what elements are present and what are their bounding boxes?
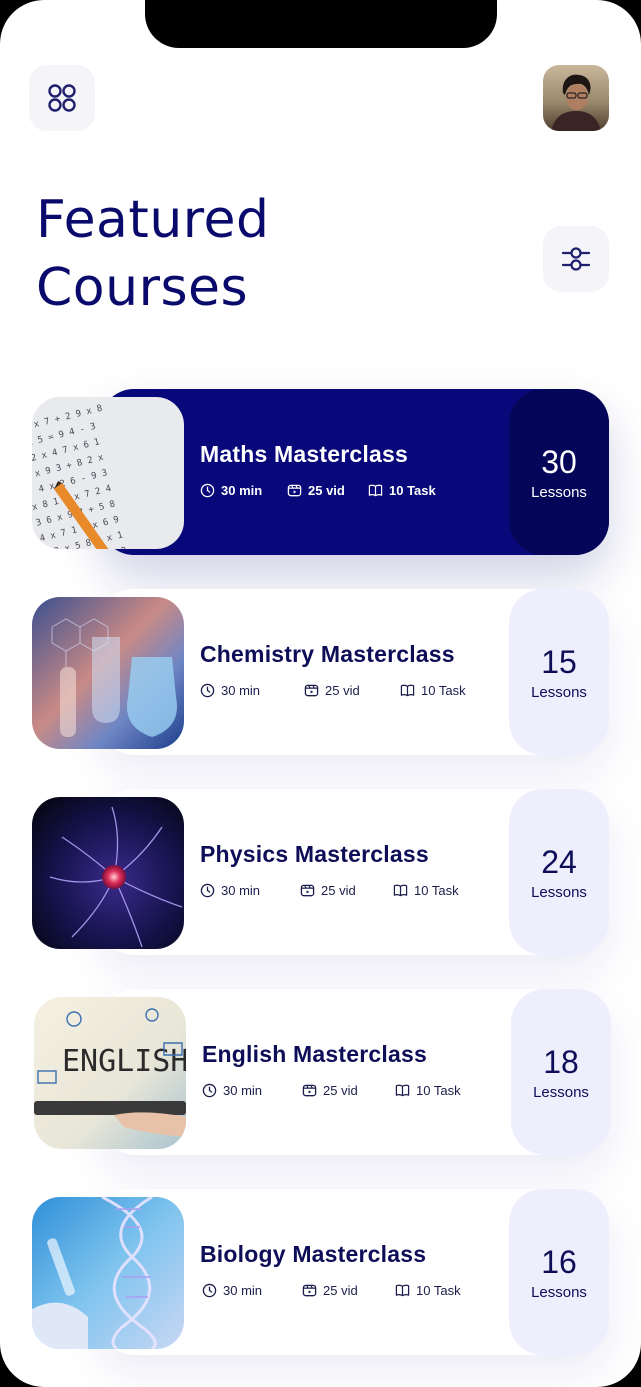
tasks-text: 10 Task	[421, 682, 466, 698]
videos-text: 25 vid	[321, 882, 356, 898]
course-title: Chemistry Masterclass	[200, 641, 455, 667]
duration-text: 30 min	[221, 882, 261, 898]
videos-meta: 25 vid	[300, 881, 356, 899]
course-thumbnail-biology[interactable]	[32, 1197, 184, 1349]
lessons-count: 18	[543, 1043, 579, 1080]
duration-meta: 30 min	[202, 1281, 262, 1299]
chemistry-glassware-image	[32, 597, 184, 749]
duration-meta: 30 min	[202, 1081, 262, 1099]
video-icon	[304, 684, 319, 696]
duration-text: 30 min	[223, 1282, 263, 1298]
videos-text: 25 vid	[325, 682, 360, 698]
duration-text: 30 min	[223, 1082, 263, 1098]
lessons-label: Lessons	[531, 883, 587, 901]
duration-text: 30 min	[221, 482, 263, 498]
videos-meta: 25 vid	[302, 1081, 358, 1099]
videos-text: 25 vid	[323, 1282, 358, 1298]
course-list: Maths Masterclass 30 min 25 vid 10 Task …	[0, 0, 641, 1387]
clock-icon	[202, 1283, 217, 1297]
lessons-badge: 16 Lessons	[509, 1189, 609, 1355]
course-title: Maths Masterclass	[200, 441, 408, 467]
dna-helix-image	[32, 1197, 184, 1349]
clock-icon	[200, 683, 215, 697]
clock-icon	[200, 883, 215, 897]
book-icon	[400, 684, 415, 696]
course-thumbnail-physics[interactable]	[32, 797, 184, 949]
phone-screen: Featured Courses Maths Masterclass 30 mi…	[0, 0, 641, 1387]
video-icon	[302, 1284, 317, 1296]
maths-worksheet-image: 3 4 x 7 + 2 9 x 8 6 x 5 = 9 4 - 3 8 2 x …	[32, 397, 184, 549]
tasks-text: 10 Task	[414, 882, 459, 898]
lessons-count: 15	[541, 643, 577, 680]
course-thumbnail-english[interactable]: ENGLISH	[34, 997, 186, 1149]
lessons-label: Lessons	[531, 483, 587, 501]
tasks-meta: 10 Task	[368, 481, 436, 499]
duration-meta: 30 min	[200, 881, 260, 899]
duration-text: 30 min	[221, 682, 261, 698]
lessons-badge: 30 Lessons	[509, 389, 609, 555]
english-tablet-image: ENGLISH	[34, 997, 186, 1149]
course-title: Biology Masterclass	[200, 1241, 427, 1267]
course-thumbnail-chemistry[interactable]	[32, 597, 184, 749]
tasks-meta: 10 Task	[393, 881, 459, 899]
lessons-label: Lessons	[531, 1283, 587, 1301]
english-doodle-text: ENGLISH	[62, 1044, 186, 1079]
videos-text: 25 vid	[308, 482, 345, 498]
lessons-label: Lessons	[533, 1083, 589, 1101]
book-icon	[395, 1084, 410, 1096]
lessons-label: Lessons	[531, 683, 587, 701]
book-icon	[395, 1284, 410, 1296]
video-icon	[300, 884, 315, 896]
lessons-count: 16	[541, 1243, 577, 1280]
lessons-badge: 15 Lessons	[509, 589, 609, 755]
tasks-meta: 10 Task	[400, 681, 466, 699]
videos-meta: 25 vid	[302, 1281, 358, 1299]
videos-text: 25 vid	[323, 1082, 358, 1098]
videos-meta: 25 vid	[287, 481, 345, 499]
lessons-count: 24	[541, 843, 577, 880]
lessons-count: 30	[541, 443, 577, 480]
clock-icon	[200, 483, 215, 497]
course-title: Physics Masterclass	[200, 841, 429, 867]
duration-meta: 30 min	[200, 481, 262, 499]
clock-icon	[202, 1083, 217, 1097]
book-icon	[368, 484, 383, 496]
course-title: English Masterclass	[202, 1041, 427, 1067]
course-thumbnail-maths[interactable]: 3 4 x 7 + 2 9 x 8 6 x 5 = 9 4 - 3 8 2 x …	[32, 397, 184, 549]
tasks-text: 10 Task	[389, 482, 436, 498]
video-icon	[287, 484, 302, 496]
book-icon	[393, 884, 408, 896]
plasma-ball-image	[32, 797, 184, 949]
videos-meta: 25 vid	[304, 681, 360, 699]
video-icon	[302, 1084, 317, 1096]
lessons-badge: 18 Lessons	[511, 989, 611, 1155]
tasks-text: 10 Task	[416, 1282, 461, 1298]
tasks-meta: 10 Task	[395, 1081, 461, 1099]
lessons-badge: 24 Lessons	[509, 789, 609, 955]
tasks-text: 10 Task	[416, 1082, 461, 1098]
duration-meta: 30 min	[200, 681, 260, 699]
tasks-meta: 10 Task	[395, 1281, 461, 1299]
